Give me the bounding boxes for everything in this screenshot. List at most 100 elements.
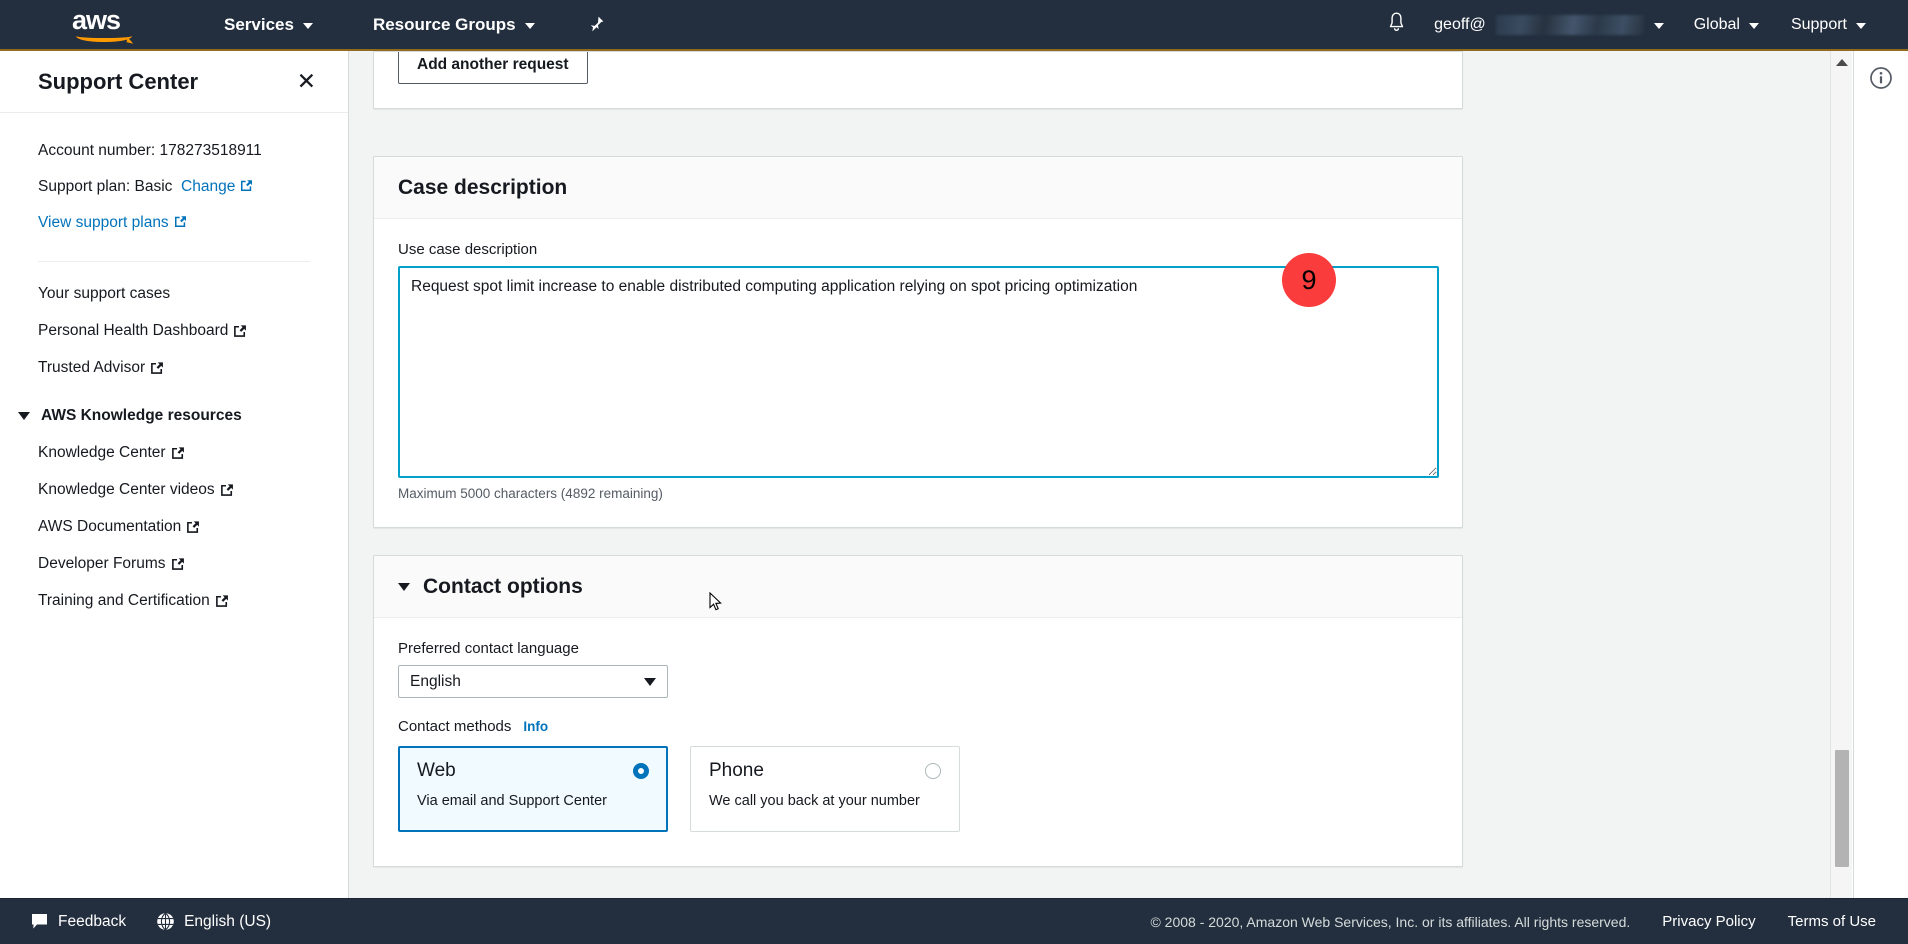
contact-method-web-card[interactable]: Web Via email and Support Center [398, 746, 668, 832]
notifications-button[interactable] [1373, 11, 1420, 38]
aws-logo[interactable]: aws [72, 4, 140, 42]
contact-method-phone-card[interactable]: Phone We call you back at your number [690, 746, 960, 832]
contact-options-title-label: Contact options [423, 575, 583, 598]
sidebar-group-aws-knowledge-resources[interactable]: AWS Knowledge resources [18, 407, 310, 425]
sidebar-item-trusted-advisor[interactable]: Trusted Advisor [38, 359, 310, 377]
main-content: Add another request Case description Use… [349, 51, 1811, 867]
external-link-icon [233, 324, 247, 338]
sidebar-item-label: Trusted Advisor [38, 358, 146, 376]
add-another-request-button[interactable]: Add another request [398, 52, 588, 84]
nav-support-label: Support [1790, 15, 1847, 33]
external-link-icon [171, 557, 184, 571]
sidebar-item-your-support-cases[interactable]: Your support cases [38, 285, 310, 303]
footer-right-group: © 2008 - 2020, Amazon Web Services, Inc.… [1150, 913, 1876, 930]
account-name-redacted [1495, 14, 1644, 35]
contact-methods-label: Contact methods [398, 718, 512, 735]
pin-icon [590, 16, 604, 32]
radio-button-web[interactable] [633, 763, 649, 779]
phone-card-top: Phone [709, 760, 941, 782]
speech-bubble-icon [32, 914, 47, 929]
external-link-icon [186, 520, 200, 534]
top-nav-right-group: geoff@ Global Support [1373, 0, 1908, 49]
copyright-text: © 2008 - 2020, Amazon Web Services, Inc.… [1150, 913, 1631, 930]
chevron-down-icon [302, 22, 313, 29]
change-plan-link[interactable]: Change [181, 178, 253, 195]
sidebar-header: Support Center ✕ [0, 51, 348, 113]
nav-support[interactable]: Support [1775, 0, 1882, 49]
main-content-scroll-region: Add another request Case description Use… [349, 51, 1830, 944]
annotation-badge-9: 9 [1282, 253, 1336, 307]
preferred-contact-language-select[interactable]: English [398, 665, 668, 698]
region-selector[interactable]: Global [1678, 0, 1775, 49]
sidebar-item-knowledge-center-videos[interactable]: Knowledge Center videos [38, 481, 310, 499]
external-link-icon [240, 179, 253, 192]
external-link-icon [150, 361, 164, 375]
account-menu[interactable]: geoff@ [1420, 0, 1678, 49]
nav-services-label: Services [224, 14, 294, 34]
footer-left-group: Feedback English (US) [30, 912, 271, 931]
scrollbar-thumb[interactable] [1835, 750, 1849, 867]
account-email-label: geoff@ [1434, 15, 1486, 33]
sidebar-item-training-and-certification[interactable]: Training and Certification [38, 592, 310, 610]
contact-options-body: Preferred contact language English Conta… [374, 618, 1462, 866]
external-link-icon [171, 446, 184, 460]
close-icon[interactable]: ✕ [297, 70, 316, 93]
sidebar-item-personal-health-dashboard[interactable]: Personal Health Dashboard [38, 322, 310, 340]
character-counter: Maximum 5000 characters (4892 remaining) [398, 486, 663, 501]
language-label: English (US) [184, 912, 272, 930]
web-card-top: Web [417, 760, 649, 782]
requests-card: Add another request [373, 51, 1463, 109]
nav-resource-groups-label: Resource Groups [372, 14, 516, 34]
sidebar-item-label: Training and Certification [38, 591, 210, 609]
right-help-panel [1853, 51, 1908, 944]
aws-smile-swoosh [76, 29, 132, 42]
scroll-up-arrow-icon[interactable] [1831, 51, 1853, 73]
page-title: Support Center [38, 68, 199, 94]
pin-shortcut-button[interactable] [577, 0, 616, 49]
info-link[interactable]: Info [523, 719, 548, 734]
contact-options-card: Contact options Preferred contact langua… [373, 555, 1463, 867]
contact-method-radio-group: Web Via email and Support Center Phone W… [398, 746, 1438, 832]
support-plan-label: Support plan: Basic [38, 177, 173, 195]
view-support-plans-link[interactable]: View support plans [38, 214, 187, 231]
page-scrollbar[interactable] [1830, 51, 1852, 944]
use-case-description-label: Use case description [398, 241, 538, 258]
feedback-label: Feedback [58, 912, 127, 930]
chevron-down-icon [524, 22, 535, 29]
contact-options-header[interactable]: Contact options [374, 556, 1462, 618]
sidebar-item-knowledge-center[interactable]: Knowledge Center [38, 444, 310, 462]
nav-resource-groups[interactable]: Resource Groups [357, 0, 551, 49]
contact-method-title: Phone [709, 760, 764, 781]
account-number: Account number: 178273518911 [38, 142, 262, 159]
support-plan-row: Support plan: Basic Change [38, 177, 310, 198]
feedback-button[interactable]: Feedback [30, 913, 126, 931]
bell-icon [1390, 11, 1404, 31]
sidebar-item-aws-documentation[interactable]: AWS Documentation [38, 518, 310, 536]
privacy-policy-link[interactable]: Privacy Policy [1662, 913, 1755, 930]
sidebar-item-label: Knowledge Center videos [38, 480, 215, 498]
chevron-down-icon [1653, 22, 1664, 29]
chevron-down-icon [1856, 22, 1866, 29]
contact-methods-label-row: Contact methods Info [398, 718, 1438, 735]
language-selector[interactable]: English (US) [156, 912, 271, 931]
terms-of-use-link[interactable]: Terms of Use [1788, 913, 1876, 930]
sidebar-item-developer-forums[interactable]: Developer Forums [38, 555, 310, 573]
nav-services[interactable]: Services [208, 0, 329, 49]
triangle-up-glyph [1836, 58, 1848, 66]
sidebar-item-label: Your support cases [38, 284, 171, 302]
triangle-down-icon [18, 411, 30, 420]
top-navigation-bar: aws Services Resource Groups geoff@ Glob… [0, 0, 1908, 51]
triangle-down-icon [398, 583, 410, 591]
chevron-down-icon [644, 677, 656, 686]
selected-language-value: English [410, 672, 461, 690]
sidebar-item-label: Personal Health Dashboard [38, 321, 229, 339]
change-plan-label: Change [181, 177, 236, 195]
info-circle-icon[interactable] [1868, 65, 1894, 91]
radio-button-phone[interactable] [925, 763, 941, 779]
use-case-description-textarea[interactable] [398, 266, 1439, 478]
contact-options-title: Contact options [398, 575, 1438, 599]
sidebar-item-label: AWS Documentation [38, 517, 182, 535]
sidebar-navigation: Your support cases Personal Health Dashb… [0, 262, 348, 610]
aws-wordmark: aws [72, 4, 121, 35]
contact-method-subtitle: We call you back at your number [709, 793, 920, 809]
